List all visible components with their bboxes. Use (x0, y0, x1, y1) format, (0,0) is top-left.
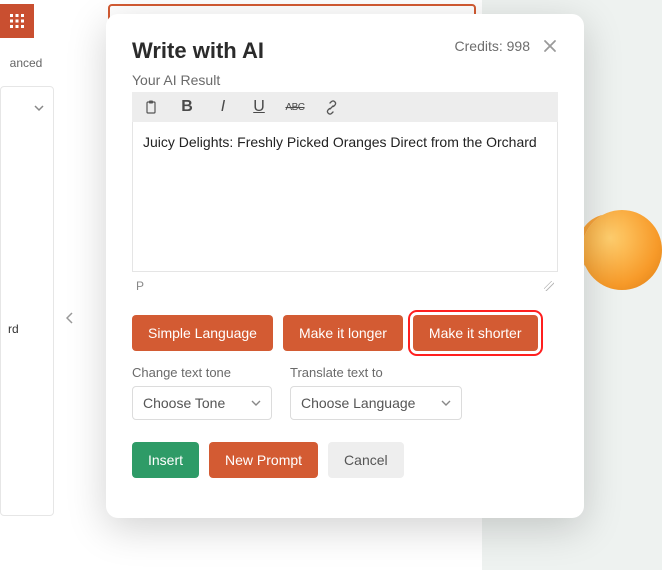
insert-button[interactable]: Insert (132, 442, 199, 478)
credits-label: Credits: 998 (455, 38, 530, 54)
editor-toolbar: B I U ABC (132, 92, 558, 122)
translate-dropdown[interactable]: Choose Language (290, 386, 462, 420)
chevron-down-icon (251, 395, 261, 411)
strikethrough-button[interactable]: ABC (286, 98, 304, 116)
underline-button[interactable]: U (250, 98, 268, 116)
result-label: Your AI Result (132, 72, 558, 88)
write-with-ai-modal: Write with AI Credits: 998 Your AI Resul… (106, 14, 584, 518)
tab-label-fragment[interactable]: anced (0, 56, 52, 80)
ai-result-editor[interactable] (132, 122, 558, 272)
translate-label: Translate text to (290, 365, 462, 380)
cancel-button[interactable]: Cancel (328, 442, 404, 478)
bg-text-fragment: rd (8, 322, 19, 336)
italic-button[interactable]: I (214, 98, 232, 116)
side-panel (0, 86, 54, 516)
clipboard-button[interactable] (142, 98, 160, 116)
close-icon (542, 38, 558, 54)
apps-grid-button[interactable] (0, 4, 34, 38)
element-path: P (136, 279, 144, 293)
tone-dropdown-value: Choose Tone (143, 395, 225, 411)
modal-title: Write with AI (132, 38, 264, 64)
tone-dropdown[interactable]: Choose Tone (132, 386, 272, 420)
simple-language-button[interactable]: Simple Language (132, 315, 273, 351)
chevron-down-icon[interactable] (33, 101, 45, 119)
clipboard-icon (144, 100, 158, 114)
orange-image (582, 210, 662, 290)
translate-dropdown-value: Choose Language (301, 395, 415, 411)
make-shorter-button[interactable]: Make it shorter (413, 315, 538, 351)
apps-grid-icon (9, 13, 25, 29)
new-prompt-button[interactable]: New Prompt (209, 442, 318, 478)
tone-label: Change text tone (132, 365, 272, 380)
link-button[interactable] (322, 98, 340, 116)
chevron-down-icon (441, 395, 451, 411)
link-icon (324, 100, 339, 115)
bold-button[interactable]: B (178, 98, 196, 116)
make-longer-button[interactable]: Make it longer (283, 315, 403, 351)
close-button[interactable] (542, 38, 558, 54)
resize-handle-icon[interactable] (544, 281, 554, 291)
collapse-panel-button[interactable] (62, 309, 78, 327)
